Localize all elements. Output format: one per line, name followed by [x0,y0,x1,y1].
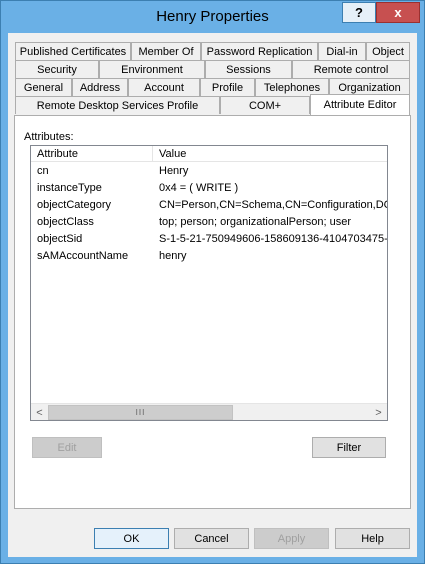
attributes-label: Attributes: [24,131,74,143]
tab-published-certificates[interactable]: Published Certificates [15,42,131,60]
attribute-name: cn [37,165,49,177]
table-row[interactable]: objectSid S-1-5-21-750949606-158609136-4… [31,231,387,248]
attribute-value: top; person; organizationalPerson; user [159,216,352,228]
tab-account[interactable]: Account [128,78,200,96]
table-row[interactable]: cn Henry [31,163,387,180]
attribute-value: 0x4 = ( WRITE ) [159,182,239,194]
apply-button[interactable]: Apply [254,528,329,549]
attribute-name: objectCategory [37,199,111,211]
filter-button[interactable]: Filter [312,437,386,458]
attribute-name: sAMAccountName [37,250,129,262]
attribute-name: instanceType [37,182,102,194]
attributes-list[interactable]: Attribute Value cn Henry instanceType 0x… [30,145,388,421]
column-header-value[interactable]: Value [153,146,387,162]
list-header: Attribute Value [31,146,387,162]
edit-button[interactable]: Edit [32,437,102,458]
help-button[interactable]: Help [335,528,410,549]
title-bar[interactable]: Henry Properties ? x [1,1,424,33]
tab-object[interactable]: Object [366,42,410,60]
table-row[interactable]: objectClass top; person; organizationalP… [31,214,387,231]
horizontal-scrollbar[interactable]: < III > [31,403,387,420]
tab-profile[interactable]: Profile [200,78,255,96]
close-button[interactable]: x [376,2,420,23]
table-row[interactable]: objectCategory CN=Person,CN=Schema,CN=Co… [31,197,387,214]
tab-com-plus[interactable]: COM+ [220,96,310,114]
ok-button[interactable]: OK [94,528,169,549]
scroll-right-icon[interactable]: > [370,404,387,420]
help-title-button[interactable]: ? [342,2,376,23]
column-header-attribute[interactable]: Attribute [31,146,153,162]
properties-window: Henry Properties ? x Published Certifica… [0,0,425,564]
tab-password-replication[interactable]: Password Replication [201,42,318,60]
tab-remote-control[interactable]: Remote control [292,60,410,78]
tab-address[interactable]: Address [72,78,128,96]
tab-security[interactable]: Security [15,60,99,78]
table-row[interactable]: instanceType 0x4 = ( WRITE ) [31,180,387,197]
attribute-name: objectSid [37,233,83,245]
scroll-thumb[interactable]: III [48,405,233,420]
attribute-value: henry [159,250,187,262]
attribute-name: objectClass [37,216,94,228]
cancel-button[interactable]: Cancel [174,528,249,549]
tab-member-of[interactable]: Member Of [131,42,201,60]
tab-general[interactable]: General [15,78,72,96]
attribute-value: CN=Person,CN=Schema,CN=Configuration,DC= [159,199,387,211]
tab-attribute-editor[interactable]: Attribute Editor [310,94,410,115]
tab-dial-in[interactable]: Dial-in [318,42,366,60]
attribute-value: Henry [159,165,189,177]
tab-environment[interactable]: Environment [99,60,205,78]
scroll-left-icon[interactable]: < [31,404,48,420]
dialog-client-area: Published Certificates Member Of Passwor… [8,33,417,557]
attribute-value: S-1-5-21-750949606-158609136-4104703475-… [159,233,387,245]
tab-remote-desktop-services-profile[interactable]: Remote Desktop Services Profile [15,96,220,114]
scroll-grip-icon: III [135,408,146,417]
table-row[interactable]: sAMAccountName henry [31,248,387,265]
tab-sessions[interactable]: Sessions [205,60,292,78]
